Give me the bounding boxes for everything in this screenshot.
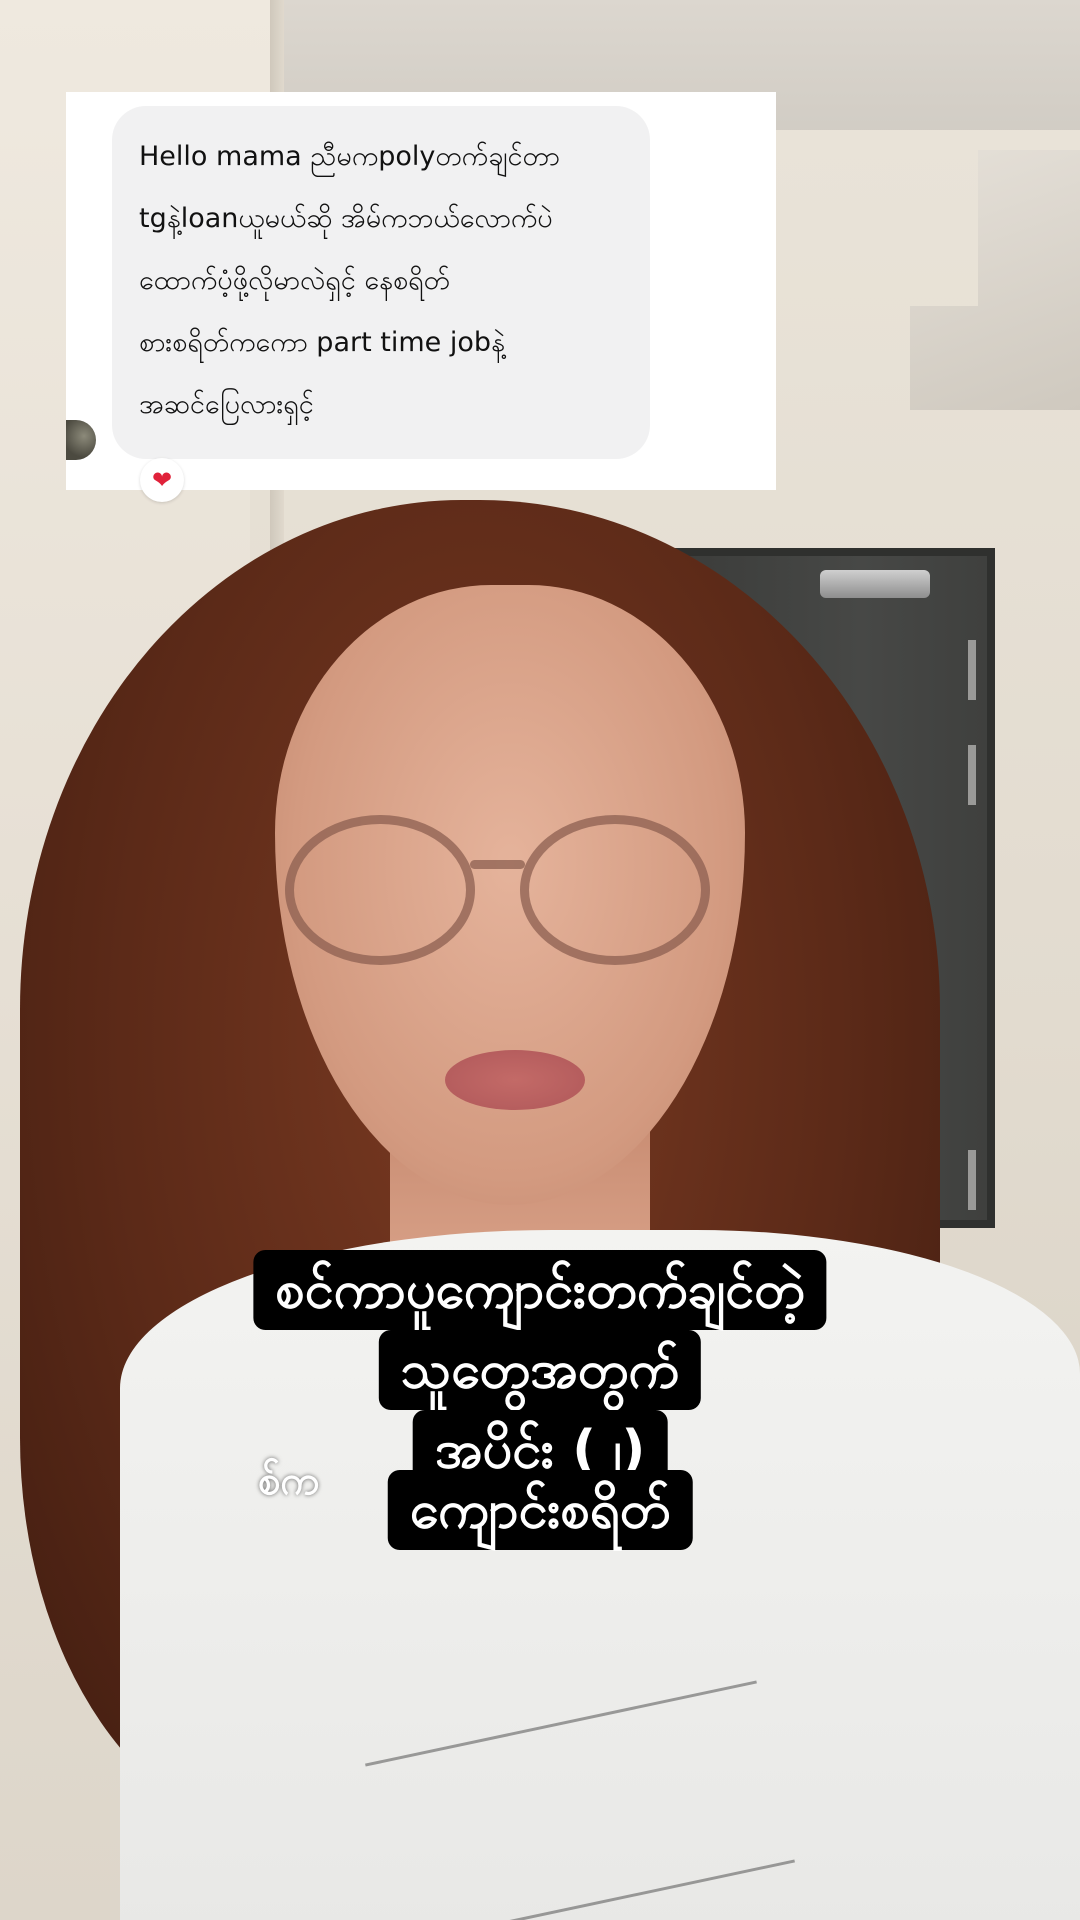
commenter-avatar[interactable] [66, 420, 96, 460]
comment-text-line: အဆင်ပြေလားရှင့် [139, 389, 314, 420]
comment-text-line: tgနဲ့loanယူမယ်ဆို အိမ်ကဘယ်လောက်ပဲ [139, 203, 553, 234]
caption-partial-overlay: စ်က [258, 1458, 320, 1504]
heart-reaction-icon: ❤ [140, 458, 184, 502]
comment-text-line: စားစရိတ်ကကော part time jobနဲ့ [139, 327, 505, 358]
comment-text-line: Hello mama ညီမကpolyတက်ချင်တာ [139, 141, 560, 172]
background-door-hinge [968, 1150, 976, 1210]
comment-reply-card[interactable]: Hello mama ညီမကpolyတက်ချင်တာ tgနဲ့loanယူ… [66, 92, 776, 502]
glasses-bridge [470, 860, 525, 869]
comment-text-line: ထောက်ပံ့ဖို့လိုမာလဲရှင့် နေစရိတ် [139, 265, 450, 296]
caption-line: သူတွေအတွက် [378, 1330, 702, 1410]
caption-line: စင်ကာပူကျောင်းတက်ချင်တဲ့ [253, 1250, 827, 1330]
person-lips [445, 1050, 585, 1110]
caption-line: ကျောင်းစရိတ် [387, 1470, 693, 1550]
background-door-hinge [968, 745, 976, 805]
background-door-closer [820, 570, 930, 598]
glasses-left-lens [285, 815, 475, 965]
background-door-hinge [968, 640, 976, 700]
glasses-right-lens [520, 815, 710, 965]
